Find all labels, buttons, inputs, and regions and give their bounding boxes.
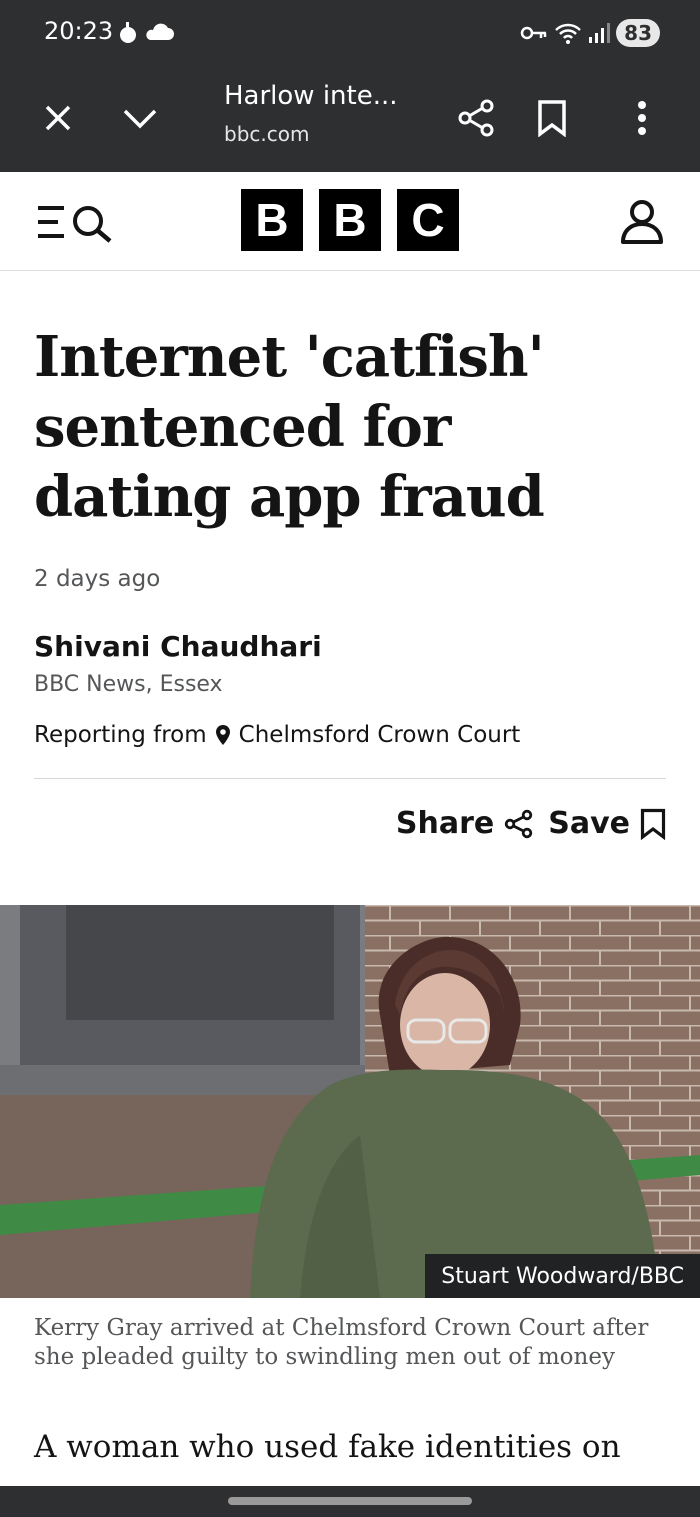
menu-search-icon[interactable] [34, 200, 120, 244]
reporting-place: Chelmsford Crown Court [238, 722, 521, 748]
article-image[interactable]: Stuart Woodward/BBC [0, 905, 700, 1298]
page-title[interactable]: Harlow inte... [224, 81, 398, 111]
page-url[interactable]: bbc.com [224, 122, 309, 146]
save-button[interactable]: Save [548, 806, 666, 841]
logo-letter: C [397, 189, 459, 251]
image-caption: Kerry Gray arrived at Chelmsford Crown C… [34, 1315, 649, 1370]
photo-illustration [0, 905, 700, 1298]
status-bar: 20:23 83 [0, 0, 700, 66]
wifi-icon [555, 23, 582, 44]
image-credit: Stuart Woodward/BBC [425, 1254, 700, 1298]
bookmark-icon[interactable] [530, 96, 574, 140]
reporting-prefix: Reporting from [34, 722, 207, 748]
status-left-icons [116, 20, 176, 51]
share-icon[interactable] [454, 96, 498, 140]
bookmark-icon [640, 808, 666, 840]
logo-letter: B [319, 189, 381, 251]
share-label: Share [395, 806, 495, 841]
signal-icon [589, 23, 611, 43]
vpn-key-icon [520, 26, 547, 40]
location-pin-icon [215, 725, 230, 745]
status-right-icons: 83 [520, 18, 660, 48]
article-headline: Internet 'catfish' sentenced for dating … [34, 324, 545, 530]
more-vert-icon[interactable] [620, 96, 664, 140]
battery-indicator: 83 [616, 19, 660, 47]
article-date: 2 days ago [34, 566, 161, 592]
save-label: Save [548, 806, 630, 841]
author-name: Shivani Chaudhari [34, 630, 322, 663]
browser-toolbar: Harlow inte... bbc.com [0, 66, 700, 172]
bbc-logo[interactable]: B B C [241, 189, 459, 251]
site-header: B B C [0, 172, 700, 271]
chevron-down-icon[interactable] [118, 96, 162, 140]
gesture-bar [0, 1486, 700, 1517]
account-icon[interactable] [618, 198, 666, 246]
gesture-handle[interactable] [228, 1497, 472, 1505]
article-body: A woman who used fake identities on [34, 1429, 621, 1465]
reporting-location: Reporting from Chelmsford Crown Court [34, 722, 520, 748]
logo-letter: B [241, 189, 303, 251]
share-button[interactable]: Share [396, 806, 534, 841]
weather-icon [120, 22, 174, 43]
article-actions: Share Save [396, 806, 666, 841]
share-icon [505, 809, 533, 838]
divider [34, 778, 666, 779]
close-icon[interactable] [36, 96, 80, 140]
status-time: 20:23 [44, 17, 114, 45]
author-outlet: BBC News, Essex [34, 672, 223, 697]
